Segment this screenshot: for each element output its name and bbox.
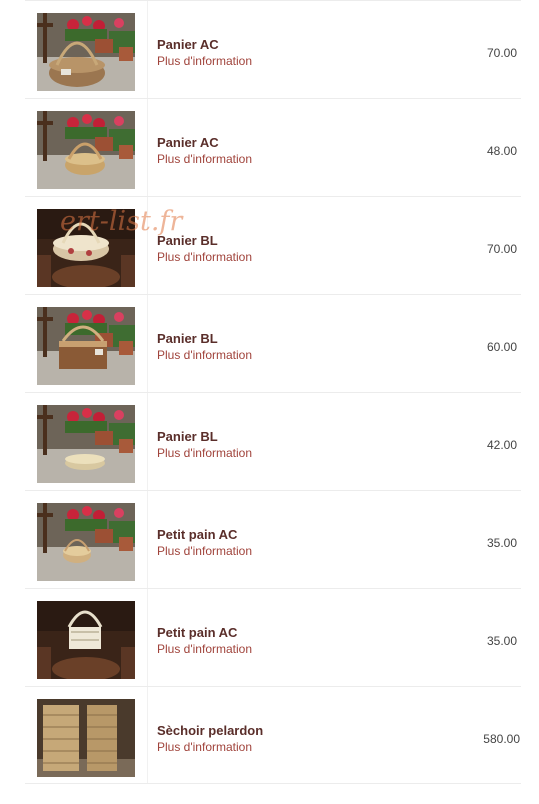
product-name: Panier AC: [157, 37, 219, 52]
product-row[interactable]: Panier AC Plus d'information 70.00: [25, 0, 521, 98]
row-divider: [147, 1, 148, 98]
more-info-link[interactable]: Plus d'information: [157, 250, 252, 264]
more-info-link[interactable]: Plus d'information: [157, 740, 252, 754]
product-price: 42.00: [486, 438, 517, 452]
product-price: 60.00: [486, 340, 517, 354]
product-name: Panier BL: [157, 429, 218, 444]
more-info-link[interactable]: Plus d'information: [157, 446, 252, 460]
product-price: 35.00: [486, 634, 517, 648]
more-info-link[interactable]: Plus d'information: [157, 642, 252, 656]
product-row[interactable]: Petit pain AC Plus d'information 35.00: [25, 490, 521, 588]
more-info-link[interactable]: Plus d'information: [157, 348, 252, 362]
product-photo[interactable]: [37, 111, 135, 189]
product-row[interactable]: Sèchoir pelardon Plus d'information 580.…: [25, 686, 521, 784]
row-divider: [147, 99, 148, 196]
product-price: 48.00: [486, 144, 517, 158]
product-row[interactable]: Panier AC Plus d'information 48.00: [25, 98, 521, 196]
product-price: 580.00: [483, 732, 520, 746]
product-row[interactable]: Panier BL Plus d'information 42.00: [25, 392, 521, 490]
row-divider: [147, 393, 148, 490]
product-name: Petit pain AC: [157, 625, 238, 640]
product-photo[interactable]: [37, 405, 135, 483]
product-photo[interactable]: [37, 209, 135, 287]
more-info-link[interactable]: Plus d'information: [157, 544, 252, 558]
more-info-link[interactable]: Plus d'information: [157, 54, 252, 68]
row-divider: [147, 197, 148, 294]
product-row[interactable]: Panier BL Plus d'information 70.00: [25, 196, 521, 294]
product-photo[interactable]: [37, 503, 135, 581]
product-name: Panier BL: [157, 233, 218, 248]
product-row[interactable]: Panier BL Plus d'information 60.00: [25, 294, 521, 392]
row-divider: [147, 491, 148, 588]
product-price: 35.00: [486, 536, 517, 550]
product-name: Panier BL: [157, 331, 218, 346]
product-price: 70.00: [486, 242, 517, 256]
more-info-link[interactable]: Plus d'information: [157, 152, 252, 166]
row-divider: [147, 687, 148, 783]
row-divider: [147, 295, 148, 392]
product-price: 70.00: [486, 46, 517, 60]
product-photo[interactable]: [37, 13, 135, 91]
row-divider: [147, 589, 148, 686]
product-photo[interactable]: [37, 601, 135, 679]
product-name: Petit pain AC: [157, 527, 238, 542]
product-name: Panier AC: [157, 135, 219, 150]
product-row[interactable]: Petit pain AC Plus d'information 35.00: [25, 588, 521, 686]
product-photo[interactable]: [37, 307, 135, 385]
product-list: Panier AC Plus d'information 70.00 Panie…: [25, 0, 521, 784]
product-name: Sèchoir pelardon: [157, 723, 264, 738]
product-photo[interactable]: [37, 699, 135, 777]
